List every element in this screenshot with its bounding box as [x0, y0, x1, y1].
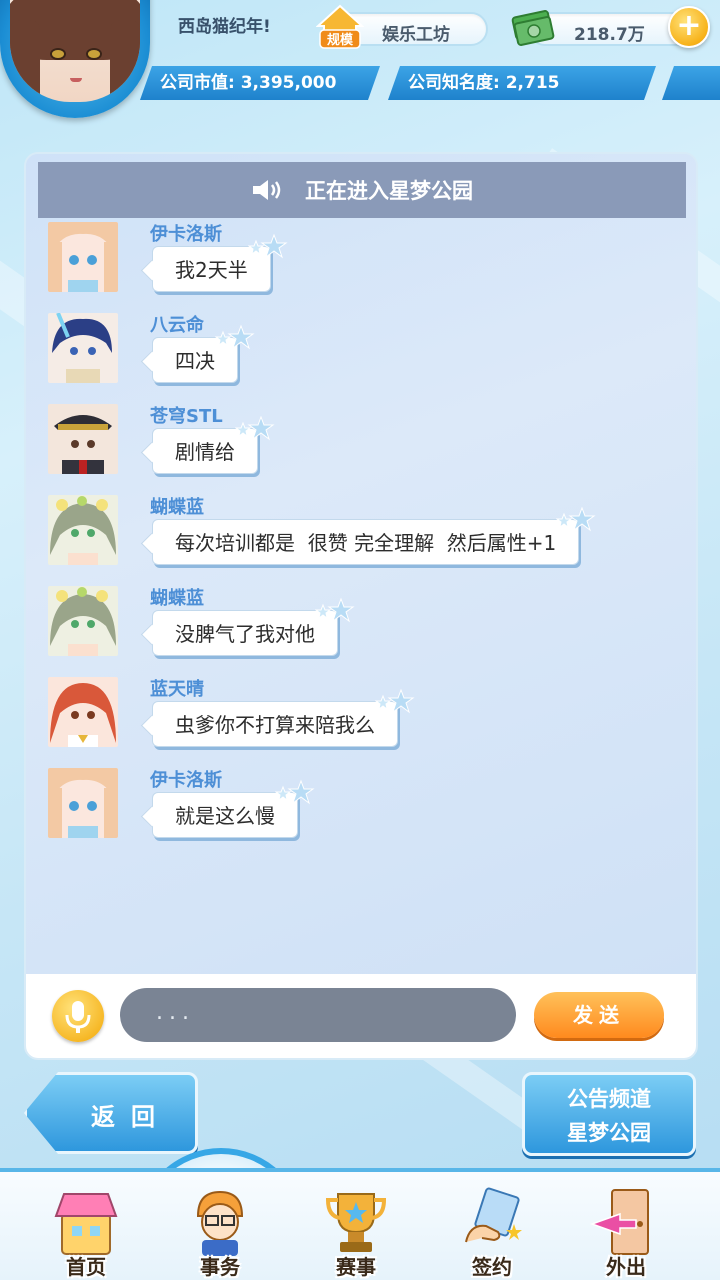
- chat-message: 蓝天晴 虫爹你不打算来陪我么: [48, 675, 678, 761]
- message-bubble: 剧情给: [152, 415, 275, 474]
- nav-affairs-label: 事务: [200, 1255, 240, 1279]
- back-button[interactable]: 返回: [24, 1072, 198, 1154]
- back-button-label: 返回: [91, 1103, 171, 1131]
- add-money-button[interactable]: +: [668, 6, 710, 48]
- bottom-nav: 首页 事务 赛事 签约 外出: [0, 1168, 720, 1280]
- ribbon-extension: [662, 66, 720, 100]
- chat-message: 蝴蝶蓝 没脾气了我对他: [48, 584, 678, 670]
- player-avatar[interactable]: [10, 0, 140, 102]
- nav-events[interactable]: 赛事: [306, 1180, 406, 1280]
- star-decor-icon: [275, 779, 315, 805]
- sender-name: 伊卡洛斯: [150, 770, 222, 791]
- message-bubble: 虫爹你不打算来陪我么: [152, 688, 415, 747]
- chat-message: 伊卡洛斯 就是这么慢: [48, 766, 678, 852]
- nav-home[interactable]: 首页: [36, 1180, 136, 1280]
- sender-name: 八云命: [150, 315, 204, 336]
- message-bubble: 每次培训都是 很赞 完全理解 然后属性+1: [152, 506, 596, 565]
- user-avatar[interactable]: [48, 222, 118, 292]
- channel-banner-text: 正在进入星梦公园: [305, 179, 473, 203]
- user-avatar[interactable]: [48, 404, 118, 474]
- channel-label-current: 星梦公园: [567, 1121, 651, 1145]
- voice-input-button[interactable]: [52, 990, 104, 1042]
- chat-message: 苍穹STL 剧情给: [48, 402, 678, 488]
- sender-name: 苍穹STL: [150, 406, 223, 427]
- user-avatar[interactable]: [48, 586, 118, 656]
- player-name: 西岛猫纪年!: [178, 17, 271, 37]
- star-decor-icon: [215, 324, 255, 350]
- trophy-icon: [325, 1193, 387, 1252]
- cash-stack-icon: [511, 10, 555, 46]
- message-bubble: 我2天半: [152, 233, 288, 292]
- star-decor-icon: [556, 506, 596, 532]
- chat-message-list[interactable]: 正在进入星梦公园 伊卡洛斯 我2天半 八云命 四决 苍穹STL 剧情给 蝴蝶蓝 …: [26, 154, 696, 974]
- user-avatar[interactable]: [48, 495, 118, 565]
- house-scale-icon: 规模: [316, 4, 364, 49]
- player-avatar-frame[interactable]: [0, 0, 150, 118]
- star-decor-icon: [315, 597, 355, 623]
- message-text: 每次培训都是 很赞 完全理解 然后属性+1: [175, 531, 557, 555]
- money-amount: 218.7万: [574, 25, 645, 45]
- star-decor-icon: [375, 688, 415, 714]
- nav-contract[interactable]: 签约: [442, 1180, 542, 1280]
- nav-outing[interactable]: 外出: [576, 1180, 676, 1280]
- nav-affairs[interactable]: 事务: [170, 1180, 270, 1280]
- sender-name: 蝴蝶蓝: [150, 497, 204, 518]
- channel-banner: 正在进入星梦公园: [38, 162, 686, 218]
- user-avatar[interactable]: [48, 677, 118, 747]
- message-text: 就是这么慢: [175, 804, 275, 828]
- message-text: 虫爹你不打算来陪我么: [175, 713, 375, 737]
- studio-name: 娱乐工坊: [382, 25, 450, 45]
- chat-input-bar: ... 发送: [26, 974, 696, 1058]
- star-decor-icon: [235, 415, 275, 441]
- message-bubble: 没脾气了我对他: [152, 597, 355, 656]
- microphone-icon: [65, 1001, 91, 1033]
- contract-hand-icon: [465, 1187, 522, 1243]
- chat-text-input[interactable]: ...: [120, 988, 516, 1042]
- sender-name: 蓝天晴: [150, 679, 204, 700]
- user-avatar[interactable]: [48, 768, 118, 838]
- message-text: 剧情给: [175, 440, 235, 464]
- door-exit-icon: [590, 1189, 649, 1255]
- message-text: 我2天半: [175, 258, 248, 282]
- nav-home-label: 首页: [66, 1255, 106, 1279]
- sender-name: 蝴蝶蓝: [150, 588, 204, 609]
- nav-events-label: 赛事: [336, 1255, 376, 1279]
- chat-panel: 正在进入星梦公园 伊卡洛斯 我2天半 八云命 四决 苍穹STL 剧情给 蝴蝶蓝 …: [24, 152, 698, 1060]
- message-text: 四决: [175, 349, 215, 373]
- channel-label-title: 公告频道: [567, 1087, 651, 1111]
- message-bubble: 就是这么慢: [152, 779, 315, 838]
- chat-message: 伊卡洛斯 我2天半: [48, 220, 678, 306]
- scale-badge-label: 规模: [327, 32, 354, 48]
- fame-ribbon: 公司知名度: 2,715: [388, 66, 656, 100]
- speaker-icon: [253, 180, 281, 200]
- message-bubble: 四决: [152, 324, 255, 383]
- nav-contract-label: 签约: [472, 1255, 512, 1279]
- chat-message: 八云命 四决: [48, 311, 678, 397]
- chat-message: 蝴蝶蓝 每次培训都是 很赞 完全理解 然后属性+1: [48, 493, 678, 579]
- message-text: 没脾气了我对他: [175, 622, 315, 646]
- manager-character-icon: [196, 1190, 244, 1256]
- nav-outing-label: 外出: [606, 1255, 646, 1279]
- shop-building-icon: [54, 1193, 118, 1255]
- user-avatar[interactable]: [48, 313, 118, 383]
- market-value-ribbon: 公司市值: 3,395,000: [140, 66, 380, 100]
- star-decor-icon: [247, 233, 288, 259]
- sender-name: 伊卡洛斯: [150, 224, 222, 245]
- top-status-bar: 西岛猫纪年! 娱乐工坊 规模 218.7万 + 公司市值: 3,395,000 …: [0, 0, 720, 130]
- channel-switch-button[interactable]: 公告频道 星梦公园: [522, 1072, 696, 1156]
- send-button[interactable]: 发送: [534, 992, 664, 1038]
